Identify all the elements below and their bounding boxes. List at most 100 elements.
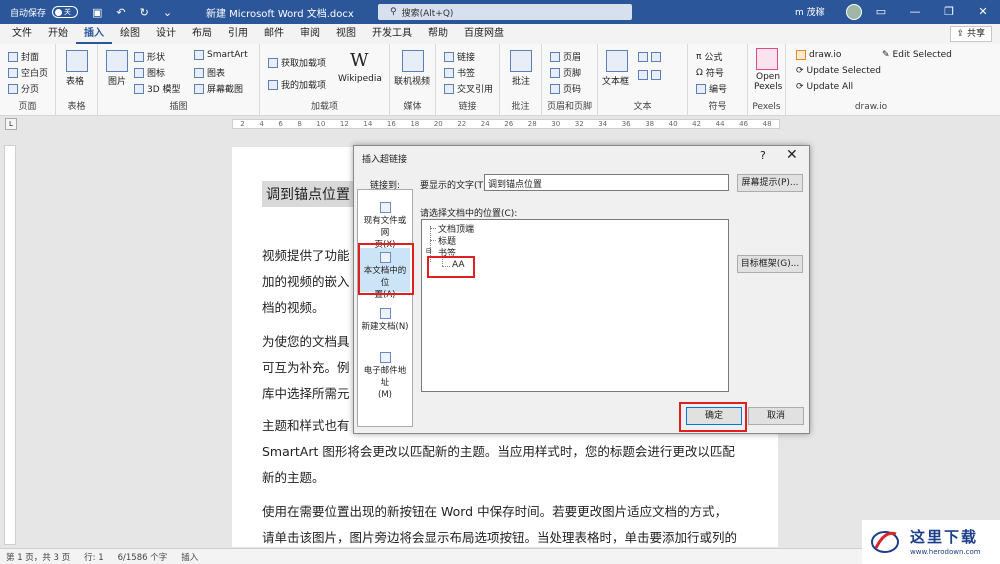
chart-button[interactable]: 图表 [194,66,225,79]
search-input[interactable]: ⚲ 搜索(Alt+Q) [378,4,632,20]
save-icon[interactable]: ▣ [92,6,102,19]
page-number-button[interactable]: 页码 [550,82,581,95]
comment-button[interactable]: 批注 [512,74,530,87]
cross-reference-icon [444,83,454,94]
user-name[interactable]: m 茂稼 [795,5,825,18]
undo-icon[interactable]: ↶ [116,6,125,19]
symbol-button[interactable]: Ω 符号 [696,66,724,80]
word-count[interactable]: 6/1586 个字 [118,551,168,563]
screenshot-button[interactable]: 屏幕截图 [194,82,243,95]
3d-model-button[interactable]: 3D 模型 [134,82,181,95]
tab-baidu[interactable]: 百度网盘 [456,24,512,44]
line-indicator[interactable]: 行: 1 [84,551,103,563]
target-frame-button[interactable]: 目标框架(G)... [737,255,803,273]
wikipedia-icon[interactable]: W [350,50,369,71]
icons-button[interactable]: 图标 [134,66,165,79]
refresh-icon: ⟳ [796,66,804,76]
highlight-box [358,243,414,295]
link-button[interactable]: 链接 [444,50,475,63]
document-title: 新建 Microsoft Word 文档.docx [206,9,354,20]
page-break-button[interactable]: 分页 [8,82,39,95]
tab-draw[interactable]: 绘图 [112,24,148,44]
link-option-email[interactable]: 电子邮件地址 (M) [360,352,410,401]
equation-button[interactable]: π 公式 [696,50,722,64]
ribbon-display-icon[interactable]: ▭ [864,0,898,24]
display-text-field[interactable]: 调到锚点位置 [484,174,729,191]
document-place-tree[interactable]: 文档顶端 标题 ⊟ 书签 AA [421,219,729,392]
wikipedia-button[interactable]: Wikipedia [338,74,382,84]
group-symbols: π 公式 Ω 符号 编号 符号 [688,44,748,116]
ruler-scale[interactable]: 2 4 6 8 10 12 14 16 18 20 22 24 26 28 30 32 34 36 38 40 42 44… [232,119,780,129]
close-icon[interactable]: ✕ [966,0,1000,24]
customize-qat-icon[interactable]: ⌄ [163,6,172,19]
bookmark-icon [444,67,454,78]
cover-icon [8,51,18,62]
group-pages: 封面 空白页 分页 页面 [0,44,56,116]
help-icon[interactable]: ? [760,149,766,162]
search-icon: ⚲ [390,7,397,17]
page-indicator[interactable]: 第 1 页，共 3 页 [6,551,70,563]
group-links: 链接 书签 交叉引用 链接 [436,44,500,116]
avatar[interactable] [846,4,862,20]
redo-icon[interactable]: ↻ [140,6,149,19]
paragraph-1[interactable]: 视频提供了功能 加的视频的嵌入 档的视频。 [262,243,350,321]
new-document-icon [379,308,391,319]
table-button[interactable]: 表格 [66,74,84,87]
textbox-icon[interactable] [606,50,628,72]
insert-mode[interactable]: 插入 [181,551,198,563]
tab-developer[interactable]: 开发工具 [364,24,420,44]
my-addins-button[interactable]: 我的加载项 [268,78,326,91]
tab-home[interactable]: 开始 [40,24,76,44]
footer-button[interactable]: 页脚 [550,66,581,79]
smartart-button[interactable]: SmartArt [194,50,248,60]
table-icon[interactable] [66,50,88,72]
tab-help[interactable]: 帮助 [420,24,456,44]
tab-layout[interactable]: 布局 [184,24,220,44]
blank-page-button[interactable]: 空白页 [8,66,48,79]
tab-mailings[interactable]: 邮件 [256,24,292,44]
chart-icon [194,67,204,78]
display-text-label: 要显示的文字(T): [420,181,490,191]
screentip-button[interactable]: 屏幕提示(P)... [737,174,803,192]
cross-reference-button[interactable]: 交叉引用 [444,82,493,95]
header-button[interactable]: 页眉 [550,50,581,63]
tab-selector[interactable]: L [5,118,17,130]
share-button[interactable]: ⇪ 共享 [949,26,992,42]
shapes-button[interactable]: 形状 [134,50,165,63]
tab-review[interactable]: 审阅 [292,24,328,44]
selected-heading[interactable]: 调到锚点位置 [262,181,354,207]
text-tool-1[interactable] [638,52,661,62]
tab-references[interactable]: 引用 [220,24,256,44]
number-button[interactable]: 编号 [696,82,727,95]
autosave-toggle[interactable]: 关 [52,6,79,18]
textbox-button[interactable]: 文本框 [602,74,629,87]
get-addins-button[interactable]: 获取加载项 [268,56,326,69]
tab-file[interactable]: 文件 [4,24,40,44]
group-illustrations: 图片 形状 图标 3D 模型 SmartArt 图表 屏幕截图 插图 [98,44,260,116]
picture-button[interactable]: 图片 [108,74,126,87]
pexels-icon[interactable] [756,48,778,70]
open-pexels-button[interactable]: Open [756,72,780,82]
edit-selected-button[interactable]: ✎ Edit Selected [882,50,952,60]
cover-button[interactable]: 封面 [8,50,39,63]
cancel-button[interactable]: 取消 [748,407,804,425]
maximize-icon[interactable]: ❐ [932,0,966,24]
update-all-button[interactable]: ⟳ Update All [796,82,853,92]
paragraph-2[interactable]: 为使您的文档具 可互为补充。例 库中选择所需元 [262,329,350,407]
minimize-icon[interactable]: — [898,0,932,24]
picture-icon[interactable] [106,50,128,72]
tab-view[interactable]: 视图 [328,24,364,44]
link-option-new-document[interactable]: 新建文档(N) [360,308,410,333]
tree-collapse-icon[interactable]: ⊟ [426,247,432,255]
online-video-icon[interactable] [402,50,424,72]
tab-insert[interactable]: 插入 [76,24,112,44]
tab-design[interactable]: 设计 [148,24,184,44]
drawio-button[interactable]: draw.io [796,50,841,60]
bookmark-button[interactable]: 书签 [444,66,475,79]
online-video-button[interactable]: 联机视频 [394,74,430,87]
text-tool-2[interactable] [638,70,661,80]
update-selected-button[interactable]: ⟳ Update Selected [796,66,881,76]
comment-icon[interactable] [510,50,532,72]
close-icon[interactable]: ✕ [786,147,798,163]
paragraph-4[interactable]: 使用在需要位置出现的新按钮在 Word 中保存时间。若要更改图片适应文档的方式，… [262,499,737,551]
